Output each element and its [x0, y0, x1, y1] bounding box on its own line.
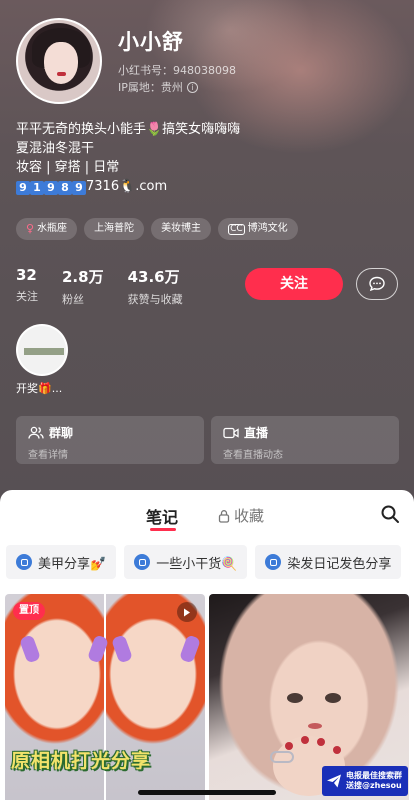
- bio-line-1: 平平无奇的换头小能手🌷搞笑女嗨嗨嗨: [16, 122, 241, 137]
- watermark-badge: 电报最佳搜索群 送搜@zhesou: [322, 766, 408, 796]
- lock-icon: [218, 509, 230, 523]
- live-card[interactable]: 直播 查看直播动态: [211, 416, 399, 464]
- tab-favorites-label: 收藏: [234, 507, 265, 525]
- avatar-face: [44, 42, 78, 84]
- profile-header: 小小舒 小红书号：948038098 IP属地：贵州 i 平平无奇的换头小能手🌷…: [0, 0, 414, 500]
- bio-line-3: 妆容 | 穿搭 | 日常: [16, 160, 120, 175]
- bio-line-4: 9 1 9 8 9 7316🐧.com: [16, 177, 396, 196]
- collection-label: 一些小干货🍭: [156, 556, 238, 572]
- collection-chip[interactable]: 美甲分享💅: [6, 545, 117, 579]
- note-card[interactable]: 置顶 原相机打光分享: [5, 594, 205, 800]
- tag-category[interactable]: 美妆博主: [151, 218, 212, 240]
- highlight-thumbnail: [24, 348, 64, 355]
- company-icon: CC: [228, 223, 245, 235]
- bio-digit-box: 9: [72, 181, 86, 195]
- follow-button[interactable]: 关注: [245, 268, 343, 300]
- live-title: 直播: [223, 424, 387, 441]
- collection-chip[interactable]: 染发日记发色分享: [255, 545, 402, 579]
- content-tabs: 笔记 收藏: [0, 490, 414, 538]
- bio-line-2: 夏混油冬混干: [16, 141, 95, 156]
- collection-icon: [16, 554, 32, 570]
- profile-tags: ♀ 水瓶座 上海普陀 美妆博主 CC 博鸿文化: [16, 218, 298, 240]
- stat-label: 获赞与收藏: [127, 293, 183, 306]
- group-chat-title: 群聊: [28, 424, 192, 441]
- info-icon[interactable]: i: [186, 81, 198, 93]
- paper-plane-icon: [327, 774, 341, 788]
- card-title: 直播: [244, 426, 269, 440]
- card-title: 群聊: [49, 426, 74, 440]
- username: 小小舒: [118, 30, 184, 54]
- collection-list: 美甲分享💅 一些小干货🍭 染发日记发色分享: [6, 545, 414, 579]
- bio-digit-box: 9: [44, 181, 58, 195]
- active-tab-indicator: [150, 528, 176, 531]
- female-icon: ♀: [26, 222, 35, 235]
- collection-icon: [265, 554, 282, 570]
- rednote-id[interactable]: 小红书号：948038098: [118, 62, 236, 78]
- search-icon[interactable]: [380, 504, 400, 524]
- tab-notes[interactable]: 笔记: [146, 504, 178, 528]
- bio: 平平无奇的换头小能手🌷搞笑女嗨嗨嗨 夏混油冬混干 妆容 | 穿搭 | 日常 91…: [16, 120, 396, 196]
- tag-label: 博鸿文化: [247, 223, 288, 234]
- hair-clip-image: [178, 634, 202, 664]
- chat-bubble-icon: [369, 276, 385, 292]
- tag-label: 美妆博主: [161, 223, 202, 234]
- tag-zodiac[interactable]: ♀ 水瓶座: [16, 218, 78, 240]
- bio-digit-box: 8: [58, 181, 72, 195]
- collection-label: 美甲分享💅: [38, 556, 107, 572]
- pinned-badge: 置顶: [13, 602, 45, 620]
- hair-clip-image: [110, 634, 134, 664]
- ip-location-text: IP属地：贵州: [118, 81, 183, 94]
- bio-contact-tail: 7316🐧.com: [86, 179, 168, 194]
- stat-label: 粉丝: [62, 293, 84, 306]
- tag-location[interactable]: 上海普陀: [84, 218, 145, 240]
- stat-value: 2.8万: [62, 268, 104, 286]
- home-indicator: [138, 790, 276, 795]
- bio-digit-box: 1: [30, 181, 44, 195]
- watermark-line: 送搜@zhesou: [346, 781, 402, 790]
- stat-label: 关注: [16, 290, 38, 303]
- ip-location: IP属地：贵州 i: [118, 79, 198, 95]
- hair-clip-image: [18, 634, 42, 664]
- stat-value: 32: [16, 266, 37, 284]
- tag-label: 上海普陀: [94, 223, 135, 234]
- watermark-line: 电报最佳搜索群: [346, 771, 402, 780]
- content-sheet: 笔记 收藏 美甲分享💅 一些小干货🍭 染发日记发色分享 置顶 原相机打光分享: [0, 490, 414, 800]
- tag-label: 水瓶座: [37, 223, 68, 234]
- collection-chip[interactable]: 一些小干货🍭: [124, 545, 248, 579]
- avatar[interactable]: [16, 18, 102, 104]
- group-icon: [28, 426, 44, 439]
- highlight-cover[interactable]: [16, 324, 68, 376]
- stat-value: 43.6万: [127, 268, 180, 286]
- watermark-text: 电报最佳搜索群 送搜@zhesou: [346, 771, 402, 791]
- bio-digit-box: 9: [16, 181, 30, 195]
- message-button[interactable]: [356, 268, 398, 300]
- highlight-label[interactable]: 开奖🎁...: [16, 380, 62, 396]
- card-subtitle: 查看直播动态: [223, 450, 283, 461]
- note-cover-caption: 原相机打光分享: [11, 750, 152, 772]
- stat-followers[interactable]: 2.8万 粉丝: [62, 266, 104, 307]
- collection-label: 染发日记发色分享: [287, 556, 392, 572]
- collection-icon: [134, 554, 151, 570]
- profile-stats: 32 关注 2.8万 粉丝 43.6万 获赞与收藏: [16, 266, 183, 307]
- card-subtitle: 查看详情: [28, 450, 68, 461]
- stat-following[interactable]: 32 关注: [16, 266, 38, 307]
- tag-company[interactable]: CC 博鸿文化: [218, 218, 298, 240]
- tab-favorites[interactable]: 收藏: [218, 505, 264, 526]
- live-video-icon: [223, 427, 239, 438]
- stat-likes-collects[interactable]: 43.6万 获赞与收藏: [128, 266, 183, 307]
- video-play-icon: [177, 602, 197, 622]
- avatar-lips: [57, 72, 66, 76]
- group-chat-card[interactable]: 群聊 查看详情: [16, 416, 204, 464]
